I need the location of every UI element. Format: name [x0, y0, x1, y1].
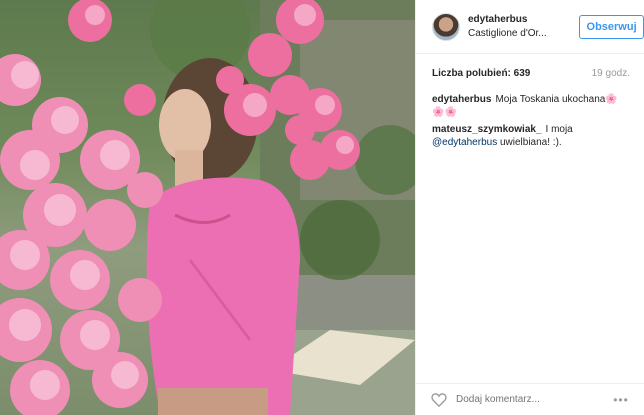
comment-text-continued: uwielbiana! :).: [499, 137, 562, 148]
avatar[interactable]: [432, 12, 460, 41]
comment-text: I moja: [545, 124, 573, 135]
more-options-icon[interactable]: •••: [612, 393, 630, 407]
post-stats: Liczba polubień: 639 19 godz.: [416, 54, 644, 79]
comment-username[interactable]: mateusz_szymkowiak_: [432, 124, 542, 135]
heart-icon[interactable]: [430, 391, 448, 409]
location-link[interactable]: Castiglione d'Or...: [468, 28, 571, 39]
comment-item: mateusz_szymkowiak_ I moja @edytaherbus u…: [432, 123, 630, 149]
comments-list: edytaherbus Moja Toskania ukochana🌸🌸🌸 mat…: [416, 79, 644, 149]
comment-username[interactable]: edytaherbus: [432, 94, 491, 105]
post-header: edytaherbus Castiglione d'Or... Obserwuj: [416, 0, 644, 54]
comment-mention-link[interactable]: @edytaherbus: [432, 137, 497, 148]
post-timestamp[interactable]: 19 godz.: [592, 68, 630, 79]
follow-button[interactable]: Obserwuj: [579, 14, 644, 39]
username-link[interactable]: edytaherbus: [468, 14, 571, 25]
photo-illustration: [0, 0, 415, 415]
likes-count[interactable]: Liczba polubień: 639: [432, 68, 530, 79]
instagram-post: edytaherbus Castiglione d'Or... Obserwuj…: [0, 0, 644, 415]
comment-footer: •••: [416, 383, 644, 415]
user-info: edytaherbus Castiglione d'Or...: [468, 14, 571, 39]
post-photo[interactable]: [0, 0, 415, 415]
comment-input[interactable]: [456, 394, 612, 405]
comment-item: edytaherbus Moja Toskania ukochana🌸🌸🌸: [432, 93, 630, 119]
post-sidebar: edytaherbus Castiglione d'Or... Obserwuj…: [415, 0, 644, 415]
